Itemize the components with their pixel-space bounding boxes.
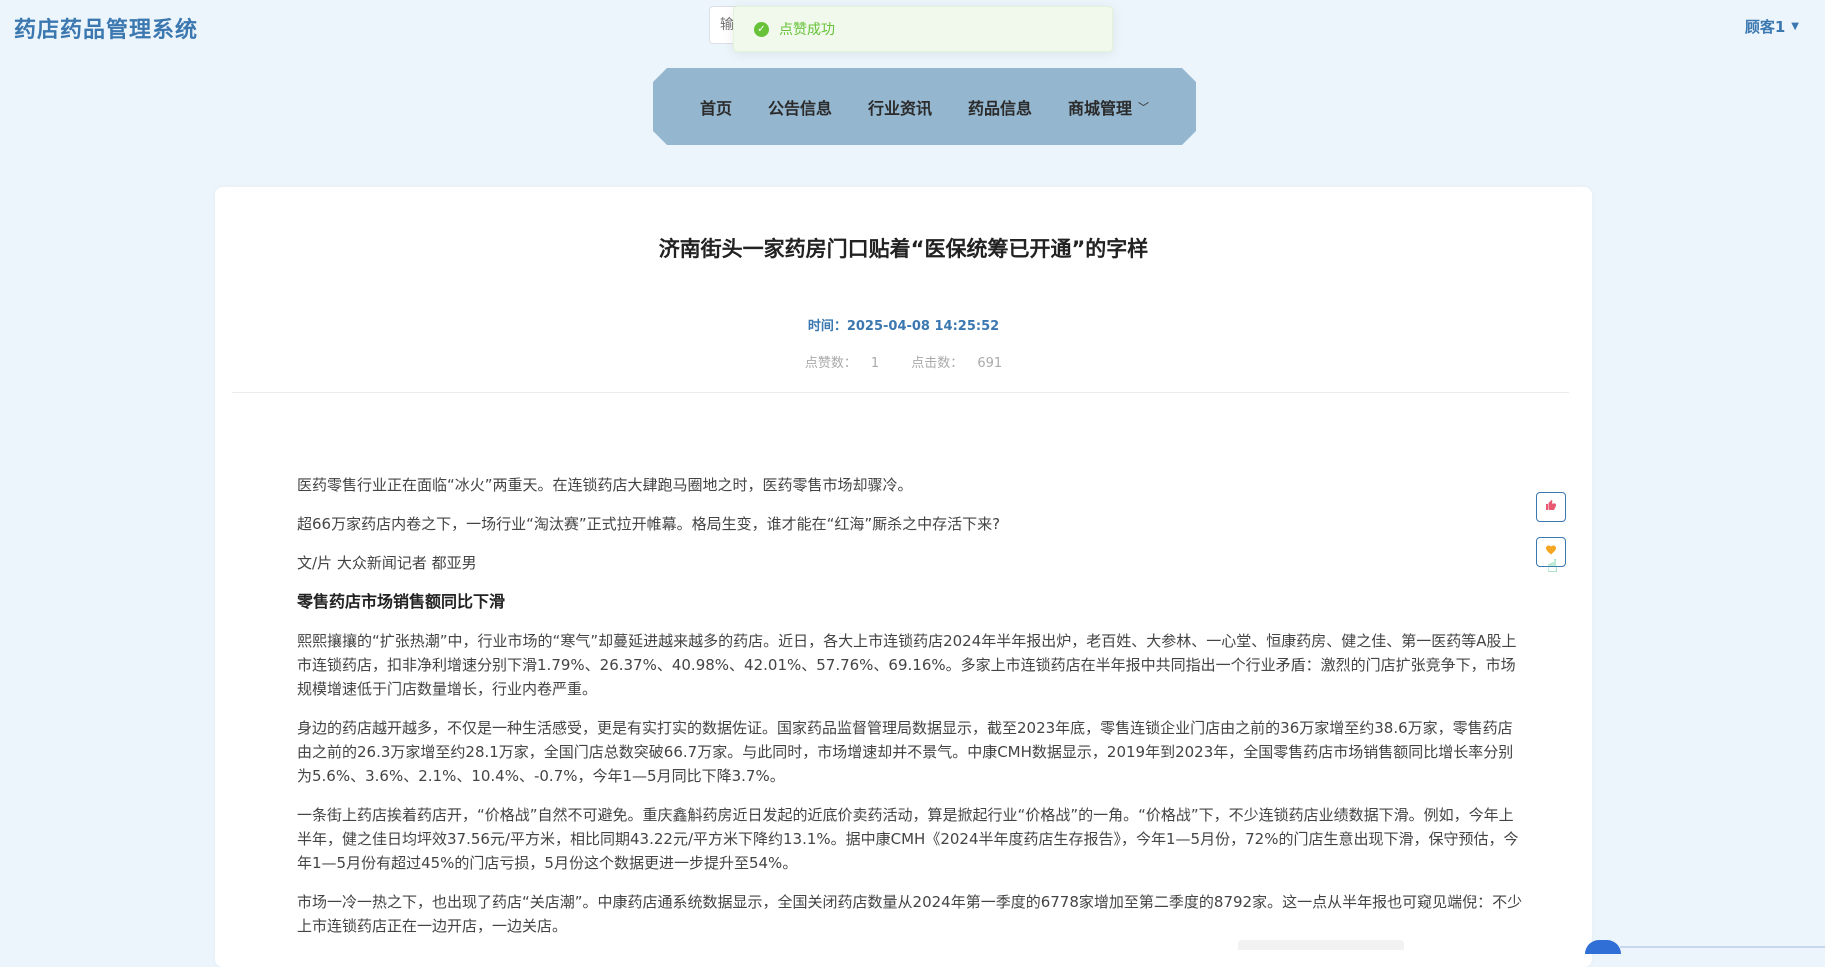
article-content: 医药零售行业正在面临“冰火”两重天。在连锁药店大肆跑马圈地之时，医药零售市场却骤… [297, 473, 1527, 953]
thumbs-up-icon [1545, 499, 1557, 515]
hand-cursor-icon: ☝ [1547, 556, 1558, 577]
main-nav: 首页 公告信息 行业资讯 药品信息 商城管理 ﹀ [653, 68, 1196, 145]
clicks-value: 691 [977, 356, 1003, 371]
floating-widget[interactable] [1585, 940, 1621, 954]
caret-down-icon: ▼ [1791, 21, 1799, 32]
app-title: 药店药品管理系统 [14, 18, 199, 43]
article-stats: 点赞数： 1 点击数： 691 [215, 352, 1592, 371]
nav-item-industry-news[interactable]: 行业资讯 [850, 95, 950, 119]
paragraph: 医药零售行业正在面临“冰火”两重天。在连锁药店大肆跑马圈地之时，医药零售市场却骤… [297, 476, 913, 494]
paragraph: 超66万家药店内卷之下，一场行业“淘汰赛”正式拉开帷幕。格局生变，谁才能在“红海… [297, 515, 1001, 533]
bottom-panel [1238, 940, 1404, 950]
likes-count: 点赞数： 1 [798, 356, 886, 371]
paragraph: 市场一冷一热之下，也出现了药店“关店潮”。中康药店通系统数据显示，全国关闭药店数… [297, 893, 1523, 935]
nav-label: 行业资讯 [867, 98, 932, 118]
nav-item-home[interactable]: 首页 [682, 95, 750, 119]
like-button[interactable] [1536, 492, 1566, 522]
clicks-count: 点击数： 691 [904, 356, 1009, 371]
article-card: 济南街头一家药房门口贴着“医保统筹已开通”的字样 时间：2025-04-08 1… [215, 187, 1592, 967]
nav-label: 公告信息 [767, 98, 832, 118]
check-circle-icon: ✓ [754, 21, 769, 37]
user-name: 顾客1 [1744, 18, 1786, 36]
article-title: 济南街头一家药房门口贴着“医保统筹已开通”的字样 [658, 237, 1149, 261]
nav-item-drug-info[interactable]: 药品信息 [950, 95, 1050, 119]
article-time: 时间：2025-04-08 14:25:52 [215, 315, 1592, 334]
time-value: 2025-04-08 14:25:52 [846, 319, 1000, 334]
success-toast: ✓ 点赞成功 [733, 6, 1113, 52]
nav-label: 商城管理 [1068, 98, 1133, 118]
nav-item-announcements[interactable]: 公告信息 [750, 95, 850, 119]
likes-label: 点赞数： [804, 356, 857, 371]
paragraph: 身边的药店越开越多，不仅是一种生活感受，更是有实打实的数据佐证。国家药品监督管理… [297, 719, 1514, 785]
nav-label: 首页 [699, 98, 732, 118]
nav-item-mall-management[interactable]: 商城管理 ﹀ [1050, 95, 1167, 119]
clicks-label: 点击数： [911, 356, 964, 371]
nav-label: 药品信息 [968, 98, 1033, 118]
paragraph: 一条街上药店挨着药店开，“价格战”自然不可避免。重庆鑫斛药房近日发起的近底价卖药… [297, 806, 1519, 872]
section-heading: 零售药店市场销售额同比下滑 [297, 592, 506, 611]
divider [232, 392, 1569, 393]
chevron-down-icon: ﹀ [1138, 100, 1150, 114]
time-label: 时间： [807, 319, 847, 334]
likes-value: 1 [870, 356, 880, 371]
toast-message: 点赞成功 [779, 22, 835, 38]
byline: 文/片 大众新闻记者 都亚男 [297, 554, 477, 572]
user-menu[interactable]: 顾客1 ▼ [1745, 16, 1799, 37]
paragraph: 熙熙攘攘的“扩张热潮”中，行业市场的“寒气”却蔓延进越来越多的药店。近日，各大上… [297, 632, 1517, 698]
